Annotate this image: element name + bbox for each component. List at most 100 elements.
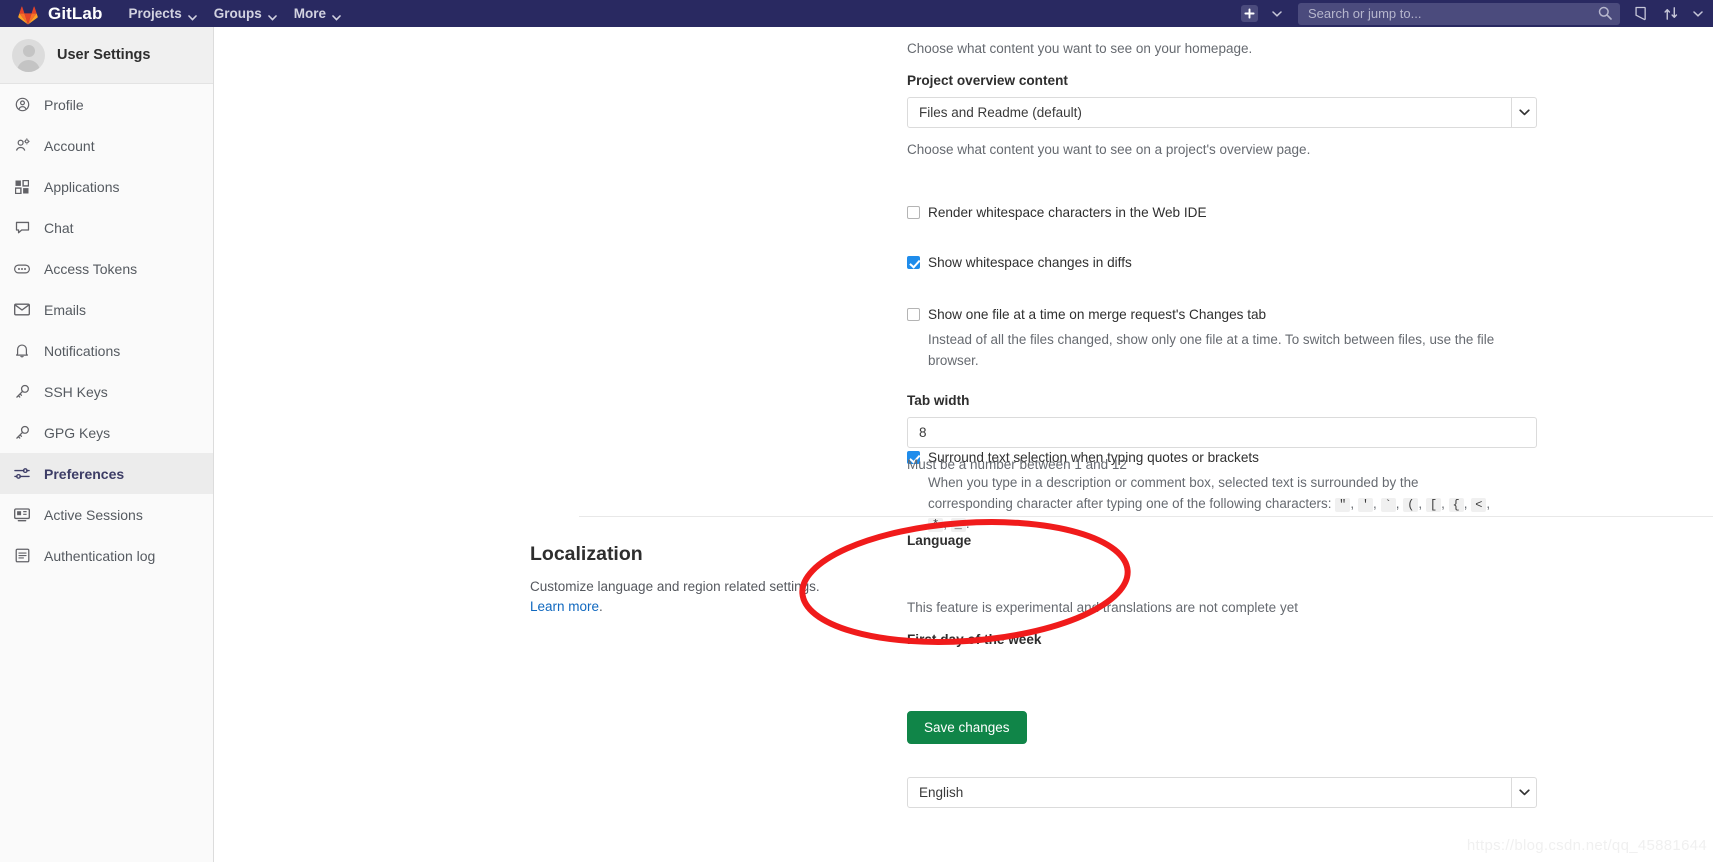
surround-character-chip: {: [1448, 497, 1464, 512]
new-item-button[interactable]: [1241, 5, 1258, 22]
sidebar-item-emails[interactable]: Emails: [0, 289, 213, 330]
log-icon: [12, 546, 32, 566]
localization-section: Localization Customize language and regi…: [530, 543, 840, 618]
tab-width-helper: Must be a number between 1 and 12: [907, 457, 1127, 472]
project-overview-select[interactable]: Files and Readme (default): [907, 97, 1537, 128]
sidebar-item-label: Chat: [44, 219, 74, 236]
checkbox-label: Render whitespace characters in the Web …: [928, 205, 1207, 220]
main-content: Choose what content you want to see on y…: [215, 27, 1713, 862]
sidebar-item-active-sessions[interactable]: Active Sessions: [0, 494, 213, 535]
access-tokens-icon: [12, 259, 32, 279]
nav-projects-label: Projects: [128, 6, 182, 21]
sidebar-item-notifications[interactable]: Notifications: [0, 330, 213, 371]
language-helper: This feature is experimental and transla…: [907, 600, 1298, 615]
surround-sub-description: When you type in a description or commen…: [928, 473, 1502, 535]
watermark-text: https://blog.csdn.net/qq_45881644: [1466, 837, 1707, 854]
preferences-icon: [12, 464, 32, 484]
sidebar-item-gpg-keys[interactable]: GPG Keys: [0, 412, 213, 453]
bell-icon: [12, 341, 32, 361]
language-select[interactable]: English: [907, 777, 1537, 809]
checkbox-one-file-at-a-time-row[interactable]: Show one file at a time on merge request…: [907, 306, 1537, 372]
sidebar-item-label: Active Sessions: [44, 506, 143, 523]
checkbox-show-whitespace-changes-row[interactable]: Show whitespace changes in diffs: [907, 254, 1537, 272]
sidebar-item-label: Profile: [44, 96, 84, 113]
surround-character-chip: _: [950, 518, 966, 533]
chevron-down-icon[interactable]: [1511, 97, 1537, 128]
nav-more-label: More: [293, 6, 326, 21]
chevron-down-icon[interactable]: [1511, 777, 1537, 809]
new-item-dropdown-caret[interactable]: [1272, 10, 1282, 17]
sidebar-item-access-tokens[interactable]: Access Tokens: [0, 248, 213, 289]
sidebar-header: User Settings: [0, 27, 213, 84]
avatar: [12, 38, 45, 72]
search-input[interactable]: Search or jump to...: [1298, 2, 1620, 25]
checkbox-one-file-at-a-time[interactable]: [907, 307, 920, 321]
sidebar-item-authentication-log[interactable]: Authentication log: [0, 535, 213, 576]
learn-more-period: .: [599, 599, 603, 615]
project-overview-select-value[interactable]: Files and Readme (default): [907, 97, 1537, 128]
search-placeholder: Search or jump to...: [1308, 6, 1422, 21]
language-select-value[interactable]: English: [907, 777, 1537, 809]
nav-projects[interactable]: Projects: [128, 6, 197, 21]
sidebar-item-label: SSH Keys: [44, 383, 108, 400]
surround-character-chip: ": [1335, 497, 1351, 512]
language-label: Language: [907, 533, 972, 548]
project-overview-label: Project overview content: [907, 73, 1068, 88]
profile-icon: [12, 95, 32, 115]
checkbox-sub-description: Instead of all the files changed, show o…: [928, 332, 1495, 368]
first-day-of-week-label: First day of the week: [907, 632, 1042, 647]
checkbox-show-whitespace-changes[interactable]: [907, 256, 920, 270]
surround-character-chip: *: [928, 518, 944, 533]
nav-more[interactable]: More: [293, 6, 341, 21]
checkbox-label: Show whitespace changes in diffs: [928, 255, 1132, 271]
account-icon: [12, 136, 32, 156]
page-title: User Settings: [57, 47, 151, 63]
key-icon: [12, 423, 32, 443]
sidebar-item-label: Authentication log: [44, 547, 156, 564]
sidebar-item-label: Notifications: [44, 342, 121, 359]
tab-width-input[interactable]: 8: [907, 417, 1537, 448]
sidebar-item-label: Applications: [44, 178, 120, 195]
user-settings-sidebar: User Settings Profile Account Applicatio…: [0, 27, 214, 862]
checkbox-render-whitespace[interactable]: [907, 206, 920, 219]
surround-character-chip: (: [1403, 497, 1419, 512]
surround-character-chip: <: [1471, 497, 1487, 512]
brand-name: GitLab: [48, 3, 103, 23]
user-menu-caret-icon[interactable]: [1693, 10, 1703, 17]
applications-icon: [12, 177, 32, 197]
gitlab-logo-icon[interactable]: [16, 3, 40, 25]
checkbox-render-whitespace-row[interactable]: Render whitespace characters in the Web …: [907, 204, 1537, 222]
monitor-icon: [12, 505, 32, 525]
save-changes-button[interactable]: Save changes: [907, 711, 1027, 744]
header-right-icon-group: [1620, 6, 1703, 21]
sidebar-item-profile[interactable]: Profile: [0, 84, 213, 125]
localization-description-text: Customize language and region related se…: [530, 579, 820, 594]
sidebar-item-chat[interactable]: Chat: [0, 207, 213, 248]
sidebar-item-applications[interactable]: Applications: [0, 166, 213, 207]
sidebar-item-preferences[interactable]: Preferences: [0, 453, 213, 494]
avatar-head: [22, 44, 35, 57]
tab-width-label: Tab width: [907, 393, 970, 408]
surround-character-chip: [: [1425, 497, 1442, 512]
homepage-helper-text: Choose what content you want to see on y…: [907, 41, 1253, 56]
surround-character-chip: ': [1357, 497, 1374, 512]
top-navigation-bar: GitLab Projects Groups More Search or ju…: [0, 0, 1713, 27]
localization-description: Customize language and region related se…: [530, 577, 830, 618]
email-icon: [12, 300, 32, 320]
sidebar-item-label: Preferences: [44, 465, 125, 482]
learn-more-link[interactable]: Learn more: [530, 599, 599, 614]
merge-requests-icon[interactable]: [1663, 6, 1679, 21]
nav-groups[interactable]: Groups: [213, 6, 277, 21]
checkbox-label: Show one file at a time on merge request…: [928, 306, 1267, 322]
save-button-wrapper: Save changes: [907, 711, 1537, 744]
key-icon: [12, 382, 32, 402]
sidebar-item-ssh-keys[interactable]: SSH Keys: [0, 371, 213, 412]
search-icon: [1598, 6, 1612, 25]
chat-icon: [12, 218, 32, 238]
sidebar-item-label: GPG Keys: [44, 424, 111, 441]
issues-icon[interactable]: [1634, 6, 1649, 21]
project-overview-helper: Choose what content you want to see on a…: [907, 142, 1311, 157]
sidebar-item-label: Access Tokens: [44, 260, 138, 277]
nav-groups-label: Groups: [213, 6, 262, 21]
sidebar-item-account[interactable]: Account: [0, 125, 213, 166]
